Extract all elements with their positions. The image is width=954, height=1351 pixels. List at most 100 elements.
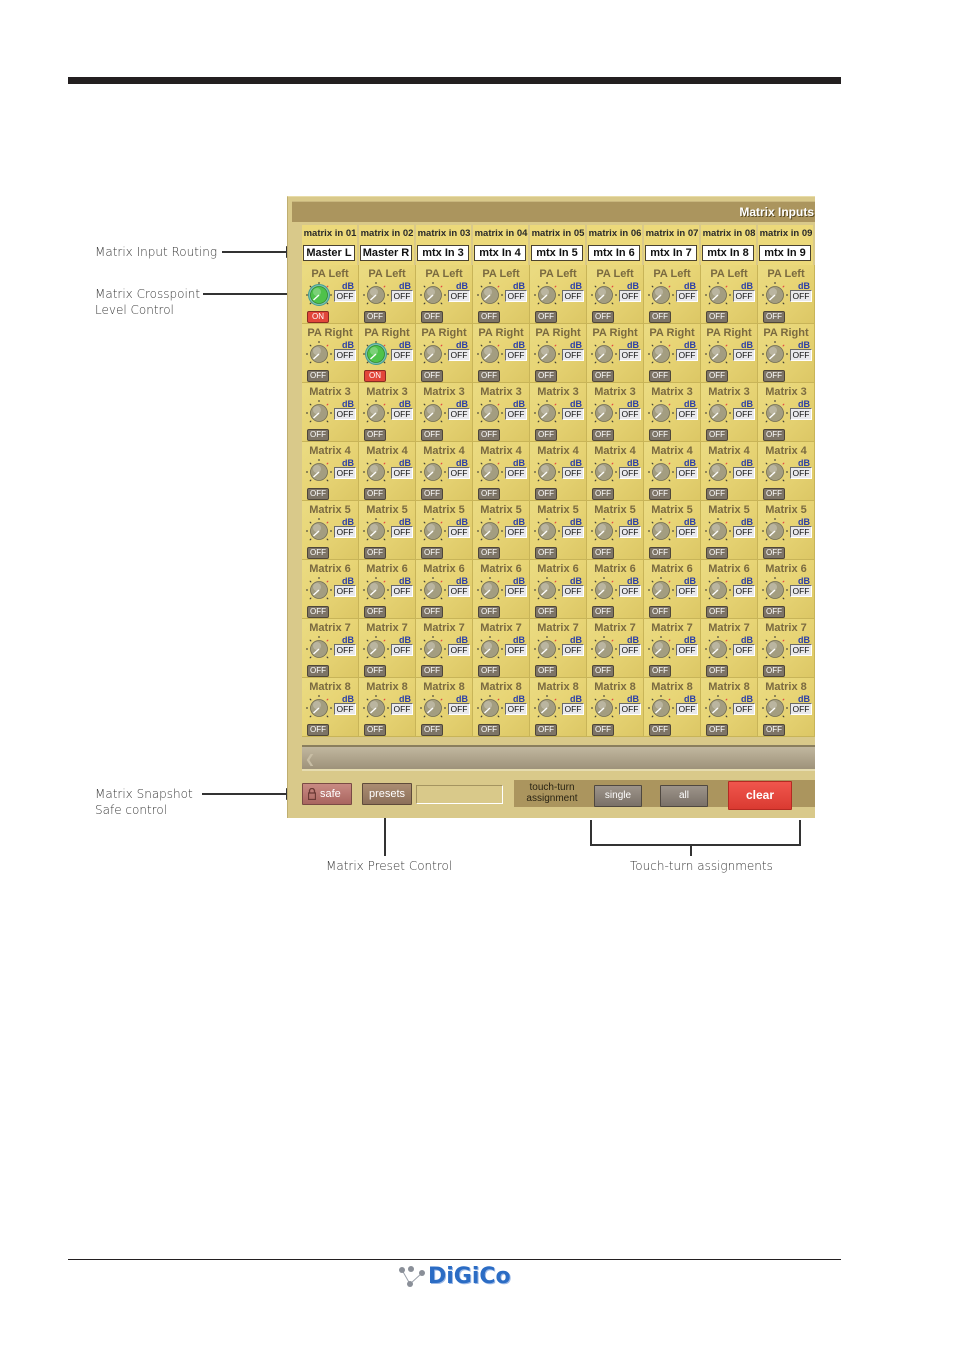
knob-icon[interactable] xyxy=(477,518,503,544)
knob-icon[interactable] xyxy=(477,695,503,721)
knob-icon[interactable] xyxy=(534,518,560,544)
knob-icon[interactable] xyxy=(591,577,617,603)
horizontal-scrollbar[interactable]: ❮ xyxy=(302,745,815,771)
crosspoint-on-off-button[interactable]: OFF xyxy=(649,488,671,500)
crosspoint-on-off-button[interactable]: OFF xyxy=(307,606,329,618)
knob-icon[interactable] xyxy=(420,518,446,544)
knob-icon[interactable] xyxy=(477,459,503,485)
knob-icon[interactable] xyxy=(705,282,731,308)
knob-icon[interactable] xyxy=(762,518,788,544)
input-routing-field[interactable]: mtx In 9 xyxy=(759,245,811,261)
knob-icon[interactable] xyxy=(762,341,788,367)
crosspoint-on-off-button[interactable]: OFF xyxy=(478,665,500,677)
crosspoint-on-off-button[interactable]: OFF xyxy=(649,370,671,382)
knob-icon[interactable] xyxy=(762,459,788,485)
knob-icon[interactable] xyxy=(306,636,332,662)
crosspoint-on-off-button[interactable]: OFF xyxy=(307,429,329,441)
crosspoint-on-off-button[interactable]: OFF xyxy=(763,370,785,382)
knob-icon[interactable] xyxy=(363,282,389,308)
crosspoint-on-off-button[interactable]: OFF xyxy=(706,606,728,618)
knob-icon[interactable] xyxy=(420,341,446,367)
input-routing-field[interactable]: mtx In 7 xyxy=(645,245,697,261)
knob-icon[interactable] xyxy=(534,400,560,426)
knob-icon[interactable] xyxy=(306,341,332,367)
knob-icon[interactable] xyxy=(591,341,617,367)
crosspoint-on-off-button[interactable]: OFF xyxy=(763,311,785,323)
knob-active-icon[interactable] xyxy=(306,282,332,308)
scroll-left-icon[interactable]: ❮ xyxy=(305,752,315,766)
knob-icon[interactable] xyxy=(591,459,617,485)
knob-icon[interactable] xyxy=(363,695,389,721)
crosspoint-on-off-button[interactable]: OFF xyxy=(421,488,443,500)
crosspoint-on-off-button[interactable]: OFF xyxy=(763,606,785,618)
knob-icon[interactable] xyxy=(534,695,560,721)
crosspoint-on-off-button[interactable]: OFF xyxy=(592,311,614,323)
crosspoint-on-off-button[interactable]: OFF xyxy=(535,370,557,382)
crosspoint-on-off-button[interactable]: OFF xyxy=(649,311,671,323)
crosspoint-on-off-button[interactable]: OFF xyxy=(592,665,614,677)
crosspoint-on-off-button[interactable]: OFF xyxy=(421,606,443,618)
crosspoint-on-off-button[interactable]: OFF xyxy=(763,488,785,500)
knob-icon[interactable] xyxy=(591,400,617,426)
presets-button[interactable]: presets xyxy=(362,783,412,805)
crosspoint-on-off-button[interactable]: OFF xyxy=(364,429,386,441)
crosspoint-on-off-button[interactable]: OFF xyxy=(535,724,557,736)
crosspoint-on-off-button[interactable]: ON xyxy=(364,370,386,382)
crosspoint-on-off-button[interactable]: OFF xyxy=(535,488,557,500)
crosspoint-on-off-button[interactable]: OFF xyxy=(706,724,728,736)
knob-icon[interactable] xyxy=(591,282,617,308)
knob-icon[interactable] xyxy=(477,577,503,603)
preset-name-field[interactable] xyxy=(416,785,503,804)
crosspoint-on-off-button[interactable]: OFF xyxy=(307,370,329,382)
crosspoint-on-off-button[interactable]: OFF xyxy=(706,370,728,382)
crosspoint-on-off-button[interactable]: OFF xyxy=(706,665,728,677)
safe-button[interactable]: safe xyxy=(302,783,352,805)
crosspoint-on-off-button[interactable]: OFF xyxy=(763,665,785,677)
knob-icon[interactable] xyxy=(762,577,788,603)
clear-button[interactable]: clear xyxy=(728,781,792,810)
knob-icon[interactable] xyxy=(306,518,332,544)
knob-icon[interactable] xyxy=(648,518,674,544)
crosspoint-on-off-button[interactable]: OFF xyxy=(478,311,500,323)
crosspoint-on-off-button[interactable]: OFF xyxy=(478,370,500,382)
input-routing-field[interactable]: Master R xyxy=(360,245,412,261)
crosspoint-on-off-button[interactable]: OFF xyxy=(364,606,386,618)
crosspoint-on-off-button[interactable]: OFF xyxy=(478,547,500,559)
input-routing-field[interactable]: mtx In 3 xyxy=(417,245,469,261)
crosspoint-on-off-button[interactable]: OFF xyxy=(535,665,557,677)
input-routing-field[interactable]: mtx In 5 xyxy=(531,245,583,261)
knob-icon[interactable] xyxy=(420,282,446,308)
knob-icon[interactable] xyxy=(420,400,446,426)
crosspoint-on-off-button[interactable]: OFF xyxy=(364,311,386,323)
knob-active-icon[interactable] xyxy=(363,341,389,367)
knob-icon[interactable] xyxy=(648,577,674,603)
knob-icon[interactable] xyxy=(705,459,731,485)
knob-icon[interactable] xyxy=(762,400,788,426)
knob-icon[interactable] xyxy=(705,577,731,603)
crosspoint-on-off-button[interactable]: OFF xyxy=(421,665,443,677)
crosspoint-on-off-button[interactable]: OFF xyxy=(364,724,386,736)
input-routing-field[interactable]: mtx In 8 xyxy=(702,245,754,261)
knob-icon[interactable] xyxy=(534,636,560,662)
input-routing-field[interactable]: Master L xyxy=(303,245,355,261)
crosspoint-on-off-button[interactable]: OFF xyxy=(706,311,728,323)
crosspoint-on-off-button[interactable]: OFF xyxy=(706,429,728,441)
knob-icon[interactable] xyxy=(591,636,617,662)
crosspoint-on-off-button[interactable]: OFF xyxy=(364,665,386,677)
knob-icon[interactable] xyxy=(705,400,731,426)
knob-icon[interactable] xyxy=(477,400,503,426)
knob-icon[interactable] xyxy=(648,636,674,662)
knob-icon[interactable] xyxy=(363,577,389,603)
knob-icon[interactable] xyxy=(420,636,446,662)
knob-icon[interactable] xyxy=(534,577,560,603)
knob-icon[interactable] xyxy=(648,695,674,721)
crosspoint-on-off-button[interactable]: OFF xyxy=(592,488,614,500)
crosspoint-on-off-button[interactable]: OFF xyxy=(592,429,614,441)
crosspoint-on-off-button[interactable]: OFF xyxy=(649,547,671,559)
crosspoint-on-off-button[interactable]: OFF xyxy=(421,724,443,736)
knob-icon[interactable] xyxy=(762,636,788,662)
crosspoint-on-off-button[interactable]: OFF xyxy=(649,606,671,618)
crosspoint-on-off-button[interactable]: OFF xyxy=(535,547,557,559)
crosspoint-on-off-button[interactable]: OFF xyxy=(478,606,500,618)
crosspoint-on-off-button[interactable]: OFF xyxy=(763,429,785,441)
